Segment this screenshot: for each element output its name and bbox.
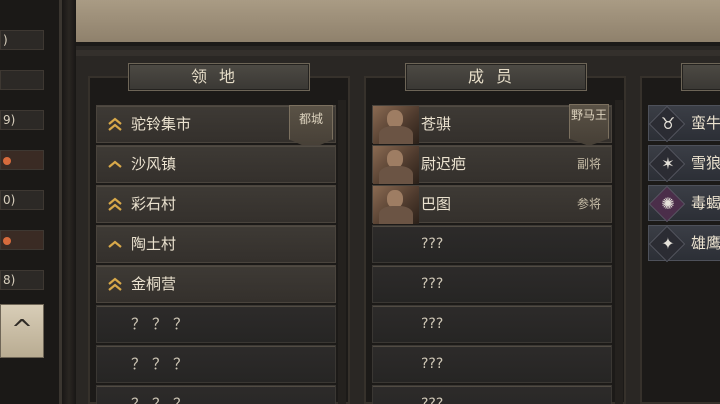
member-name: ??? [421, 276, 444, 292]
territory-header: 领地 [128, 63, 310, 91]
territory-scrollbar[interactable] [338, 100, 346, 404]
chevron-up-icon [107, 156, 123, 172]
unit-row[interactable]: ✦ 雄鹰 [648, 225, 720, 263]
units-header [681, 63, 720, 91]
wolf-icon: ✶ [661, 154, 675, 173]
left-row-value: 0) [3, 193, 16, 207]
chevron-up-icon [107, 236, 123, 252]
member-role: 副将 [576, 157, 601, 171]
territory-row[interactable]: 陶土村 [96, 225, 336, 263]
left-panel-row[interactable] [0, 230, 44, 250]
member-name: ??? [421, 316, 444, 332]
territory-name: 彩石村 [131, 195, 177, 213]
double-chevron-up-icon [107, 116, 123, 132]
left-panel-row[interactable] [0, 150, 44, 170]
territory-row[interactable]: 沙风镇 [96, 145, 336, 183]
left-panel-row[interactable]: ) [0, 30, 44, 50]
member-name: ??? [421, 356, 444, 372]
section-separator [76, 50, 720, 56]
territory-row[interactable]: 驼铃集市 都城 [96, 105, 336, 149]
double-chevron-up-icon [107, 196, 123, 212]
territory-row[interactable]: ？？？ [96, 305, 336, 343]
left-panel-row[interactable] [0, 70, 44, 90]
territory-row[interactable]: 彩石村 [96, 185, 336, 223]
unit-name: 蛮牛 [691, 114, 720, 132]
parchment-banner [76, 0, 720, 46]
territory-name: ？？？ [131, 355, 195, 373]
scorpion-icon: ✺ [661, 194, 675, 213]
unit-name: 雄鹰 [691, 234, 720, 252]
member-role: 参将 [576, 197, 601, 211]
leader-title-badge: 野马王 [569, 104, 609, 146]
member-row[interactable]: 尉迟疤 副将 [372, 145, 612, 184]
left-panel-row[interactable]: 0) [0, 190, 44, 210]
territory-name: 沙风镇 [131, 155, 177, 173]
member-name: 巴图 [421, 195, 452, 213]
member-row[interactable]: 巴图 参将 [372, 185, 612, 224]
territory-name: 金桐营 [131, 275, 177, 293]
member-portrait [373, 106, 419, 144]
unit-row[interactable]: ✺ 毒蝎 [648, 185, 720, 223]
member-row[interactable]: ??? [372, 345, 612, 383]
member-name: 苍骐 [421, 115, 452, 133]
unit-row[interactable]: ♉ 蛮牛 [648, 105, 720, 143]
territory-name: ？？？ [131, 315, 195, 333]
territory-name: 驼铃集市 [131, 115, 192, 133]
member-name: 尉迟疤 [421, 155, 467, 173]
unit-name: 雪狼 [691, 154, 720, 172]
left-row-value: ) [3, 33, 8, 47]
territory-name: ？？？ [131, 395, 195, 404]
member-portrait [373, 146, 419, 184]
member-row[interactable]: 苍骐 野马王 [372, 104, 612, 146]
scroll-up-button[interactable]: ^ [0, 304, 44, 358]
territory-row[interactable]: ？？？ [96, 345, 336, 383]
eagle-icon: ✦ [661, 234, 675, 253]
panel-divider [62, 0, 76, 404]
member-row[interactable]: ??? [372, 265, 612, 303]
member-row[interactable]: ??? [372, 225, 612, 263]
left-row-value: 9) [3, 113, 16, 127]
unit-name: 毒蝎 [691, 194, 720, 212]
member-name: ??? [421, 236, 444, 252]
territory-row[interactable]: ？？？ [96, 385, 336, 404]
chevron-up-icon: ^ [11, 315, 33, 345]
member-name: ??? [421, 396, 444, 404]
territory-row[interactable]: 金桐营 [96, 265, 336, 303]
left-panel-row[interactable]: 8) [0, 270, 44, 290]
member-row[interactable]: ??? [372, 385, 612, 404]
territory-name: 陶土村 [131, 235, 177, 253]
left-panel-row[interactable]: 9) [0, 110, 44, 130]
double-chevron-up-icon [107, 276, 123, 292]
bull-icon: ♉ [660, 114, 676, 133]
left-side-panel: ) 9) 0) 8) ^ [0, 0, 62, 404]
left-row-value: 8) [3, 273, 16, 287]
members-header: 成员 [405, 63, 587, 91]
member-portrait [373, 186, 419, 224]
capital-badge: 都城 [289, 105, 333, 149]
member-row[interactable]: ??? [372, 305, 612, 343]
members-scrollbar[interactable] [615, 100, 623, 404]
alert-dot-icon [3, 156, 11, 165]
unit-row[interactable]: ✶ 雪狼 [648, 145, 720, 183]
alert-dot-icon [3, 236, 11, 245]
